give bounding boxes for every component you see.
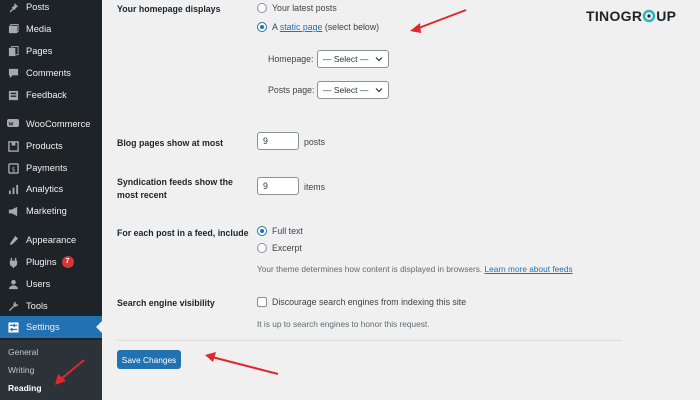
arrow-to-save-button bbox=[205, 352, 279, 375]
arrow-to-static-page bbox=[410, 9, 467, 33]
annotation-arrows bbox=[55, 9, 467, 385]
arrow-to-reading bbox=[55, 359, 85, 385]
